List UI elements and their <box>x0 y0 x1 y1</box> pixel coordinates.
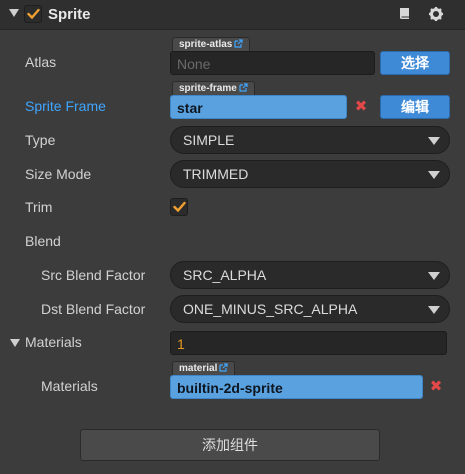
atlas-placeholder: None <box>177 56 211 72</box>
dropdown-arrow-icon <box>428 272 440 280</box>
component-title: Sprite <box>48 6 91 23</box>
material-tag[interactable]: material <box>172 361 236 375</box>
trim-label: Trim <box>25 199 53 215</box>
dst-blend-label: Dst Blend Factor <box>41 301 146 317</box>
size-mode-select[interactable]: TRIMMED <box>170 160 450 188</box>
type-label: Type <box>25 132 56 148</box>
collapse-arrow-icon[interactable] <box>9 9 19 17</box>
sprite-frame-tag-text: sprite-frame <box>179 83 237 94</box>
checkmark-icon <box>27 8 40 20</box>
clear-sprite-frame-icon[interactable]: ✖ <box>349 95 373 119</box>
materials-array-label[interactable]: Materials <box>25 334 82 350</box>
external-link-icon <box>239 83 248 92</box>
materials-count-input[interactable]: 1 <box>170 331 447 355</box>
sprite-frame-tag[interactable]: sprite-frame <box>172 81 255 95</box>
size-mode-label: Size Mode <box>25 166 92 182</box>
material-item-label: Materials <box>41 378 98 394</box>
src-blend-value: SRC_ALPHA <box>183 267 267 283</box>
sprite-frame-field[interactable]: star <box>170 95 347 119</box>
external-link-icon <box>219 363 228 372</box>
dropdown-arrow-icon <box>428 137 440 145</box>
sprite-frame-value: star <box>177 100 203 116</box>
sprite-atlas-tag-text: sprite-atlas <box>179 39 233 50</box>
sprite-atlas-tag[interactable]: sprite-atlas <box>172 37 251 51</box>
component-header[interactable]: Sprite <box>0 0 465 30</box>
dst-blend-select[interactable]: ONE_MINUS_SRC_ALPHA <box>170 295 450 323</box>
gear-icon[interactable] <box>428 6 444 22</box>
atlas-field[interactable]: None <box>170 51 375 75</box>
edit-sprite-frame-button[interactable]: 编辑 <box>380 95 450 119</box>
dropdown-arrow-icon <box>428 306 440 314</box>
size-mode-value: TRIMMED <box>183 166 249 182</box>
type-value: SIMPLE <box>183 132 235 148</box>
select-atlas-button[interactable]: 选择 <box>380 51 450 75</box>
type-select[interactable]: SIMPLE <box>170 126 450 154</box>
dropdown-arrow-icon <box>428 171 440 179</box>
material-field[interactable]: builtin-2d-sprite <box>170 375 423 399</box>
sprite-frame-label: Sprite Frame <box>25 98 106 114</box>
src-blend-select[interactable]: SRC_ALPHA <box>170 261 450 289</box>
clear-material-icon[interactable]: ✖ <box>424 375 448 399</box>
material-tag-text: material <box>179 363 218 374</box>
book-icon[interactable] <box>397 6 413 22</box>
add-component-button[interactable]: 添加组件 <box>80 429 380 461</box>
materials-count-value: 1 <box>177 336 185 352</box>
atlas-label: Atlas <box>25 54 57 70</box>
external-link-icon <box>234 39 243 48</box>
material-value: builtin-2d-sprite <box>177 380 283 396</box>
checkmark-icon <box>173 201 186 213</box>
dst-blend-value: ONE_MINUS_SRC_ALPHA <box>183 301 358 317</box>
inspector-panel: Sprite Atlas sprite-atlas None 选择 Sprite… <box>0 0 465 474</box>
component-enabled-checkbox[interactable] <box>24 5 42 23</box>
src-blend-label: Src Blend Factor <box>41 267 146 283</box>
materials-fold-arrow-icon[interactable] <box>10 339 20 347</box>
trim-checkbox[interactable] <box>170 198 188 216</box>
blend-label: Blend <box>25 233 61 249</box>
